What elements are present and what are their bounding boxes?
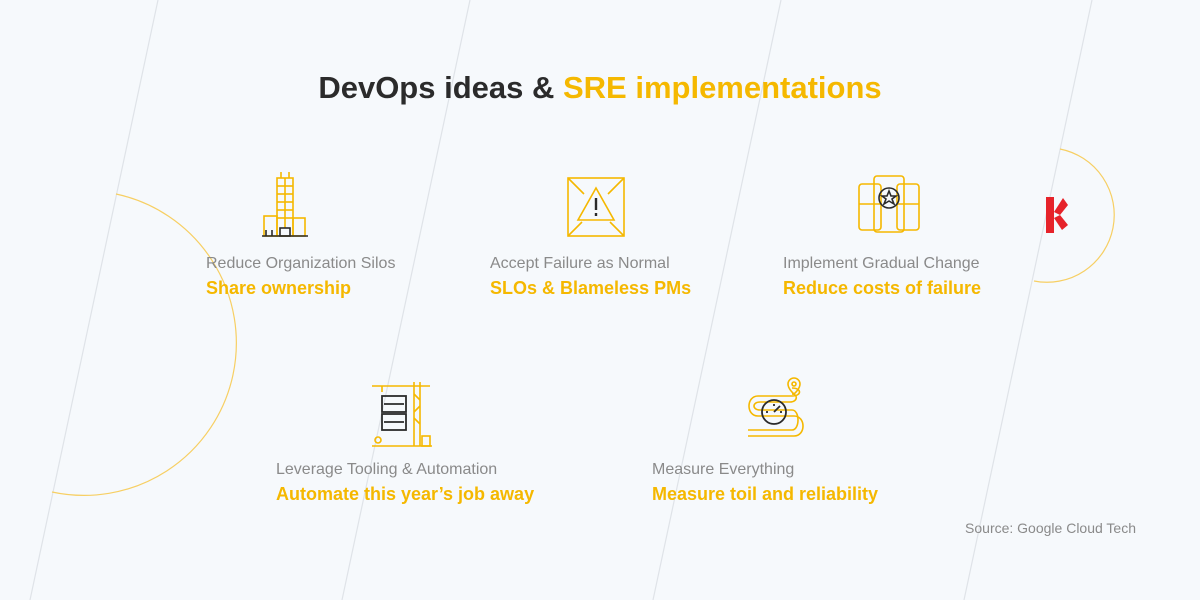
- half-circle-arc: [51, 193, 237, 496]
- warning-triangle-icon: [567, 177, 625, 237]
- source-credit: Source: Google Cloud Tech: [965, 520, 1136, 536]
- practice-label: Accept Failure as Normal: [490, 255, 670, 272]
- practice-value: Automate this year’s job away: [276, 484, 535, 504]
- practice-label: Reduce Organization Silos: [206, 255, 396, 272]
- practice-value: SLOs & Blameless PMs: [490, 278, 692, 298]
- crane-icon: [372, 382, 432, 447]
- practice-value: Reduce costs of failure: [783, 278, 982, 298]
- practice-label: Measure Everything: [652, 461, 795, 478]
- title-part-highlight: SRE implementations: [562, 70, 882, 105]
- practice-value: Share ownership: [206, 278, 352, 298]
- title-part-main: DevOps ideas &: [318, 70, 563, 105]
- practice-label: Implement Gradual Change: [783, 255, 980, 272]
- practice-value: Measure toil and reliability: [652, 484, 879, 504]
- brand-logo-mark: [1046, 197, 1068, 233]
- star-cards-icon: [858, 175, 920, 233]
- practice-label: Leverage Tooling & Automation: [276, 461, 498, 478]
- office-building-icon: [262, 172, 308, 237]
- page-title: DevOps ideas & SRE implementations: [0, 70, 1200, 106]
- speedometer-road-icon: [748, 377, 804, 437]
